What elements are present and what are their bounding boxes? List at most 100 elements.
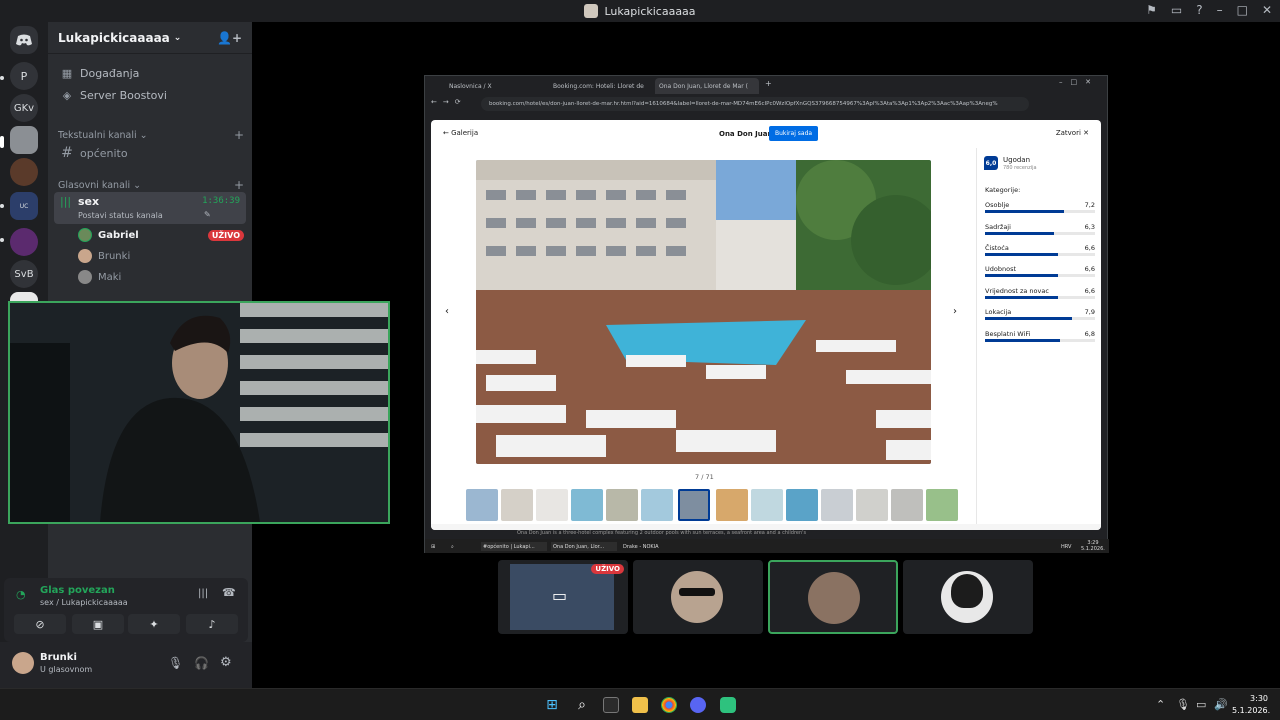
screen-share-icon: ▣ [92, 617, 104, 631]
server-gkv-label: GKv [13, 102, 35, 114]
thumbnail[interactable] [786, 489, 818, 521]
server-svb[interactable]: SvB [10, 260, 38, 288]
thumbnail[interactable] [536, 489, 568, 521]
microphone-icon[interactable]: 🎙 [1176, 698, 1190, 711]
microphone-icon[interactable]: 🎙 [168, 656, 183, 670]
invite-people-icon[interactable]: 👤+ [217, 31, 242, 45]
server-gkv[interactable]: GKv [10, 94, 38, 122]
windows-start-icon[interactable]: ⊞ [431, 542, 435, 551]
chrome-icon[interactable] [661, 697, 677, 713]
thumbnail[interactable] [466, 489, 498, 521]
maximize-button[interactable]: □ [1237, 3, 1248, 17]
thumbnail[interactable] [891, 489, 923, 521]
events-link[interactable]: ▦ Događanja [54, 62, 246, 84]
camera-off-button[interactable]: ⊘ [14, 614, 66, 634]
webcam-feed[interactable] [8, 301, 390, 524]
channel-status-link[interactable]: Postavi status kanala [78, 211, 163, 220]
minimize-button[interactable]: – [1217, 3, 1223, 17]
hotel-photo [476, 160, 931, 464]
activities-button[interactable]: ✦ [128, 614, 180, 634]
server-folder[interactable]: UC [10, 192, 38, 220]
add-channel-icon[interactable]: + [234, 128, 244, 142]
server-header[interactable]: Lukapickicaaaaa ⌄ 👤+ [48, 22, 252, 54]
chevron-up-icon[interactable]: ⌃ [1156, 698, 1165, 711]
noise-suppression-icon[interactable]: ||| [198, 588, 208, 599]
participant-tile-stream[interactable]: ▭ UŽIVO [498, 560, 628, 634]
thumbnail[interactable] [856, 489, 888, 521]
discord-icon[interactable] [690, 697, 706, 713]
book-now-button[interactable]: Bukiraj sada [769, 126, 819, 141]
thumbnail-active[interactable] [678, 489, 710, 521]
server-p[interactable]: P [10, 62, 38, 90]
thumbnail[interactable] [751, 489, 783, 521]
category-value: 6,8 [1084, 330, 1095, 338]
headphones-icon[interactable]: 🎧 [194, 656, 209, 670]
thumbnail[interactable] [571, 489, 603, 521]
screen-share-button[interactable]: ▣ [72, 614, 124, 634]
server-lukapickicaaaaa[interactable] [10, 126, 38, 154]
participant-tile[interactable] [633, 560, 763, 634]
category-bar-fill [985, 274, 1058, 277]
pencil-icon[interactable]: ✎ [204, 210, 211, 219]
new-tab-icon[interactable]: + [765, 79, 772, 88]
soundboard-button[interactable]: ♪ [186, 614, 238, 634]
browser-tab[interactable]: Booking.com: Hoteli: Lloret de [549, 78, 649, 94]
server-uc-label: UC [19, 202, 29, 210]
thumbnail[interactable] [821, 489, 853, 521]
close-button[interactable]: ✕ [1262, 3, 1272, 17]
discord-home-icon[interactable] [10, 26, 38, 54]
search-icon[interactable]: ⌕ [451, 542, 454, 551]
browser-tab[interactable]: Naslovnica / X [445, 78, 545, 94]
avatar [671, 571, 723, 623]
clock-date[interactable]: 5.1.2026. [1232, 706, 1270, 715]
server-avatar-3[interactable] [10, 228, 38, 256]
participant-tile-speaking[interactable] [768, 560, 898, 634]
voice-category[interactable]: Glasovni kanali ⌄ + [58, 178, 244, 192]
voice-member[interactable]: Maki [78, 267, 244, 287]
thumbnail[interactable] [641, 489, 673, 521]
voice-member[interactable]: Brunki [78, 246, 244, 266]
windows-start-icon[interactable]: ⊞ [544, 697, 560, 713]
voice-channel-sex[interactable]: ||| sex 1:36:39 Postavi status kanala ✎ [54, 192, 246, 224]
screen-share-icon[interactable]: ▭ [1171, 3, 1182, 17]
browser-tab-active[interactable]: Ona Don Juan, Lloret de Mar ( [655, 78, 759, 94]
nav-arrows-icon[interactable]: ←→⟳ [431, 98, 467, 106]
category-name: Osoblje [985, 201, 1010, 209]
clock-time[interactable]: 3:30 [1238, 694, 1268, 703]
server-avatar-2[interactable] [10, 158, 38, 186]
address-bar[interactable]: booking.com/hotel/es/don-juan-lloret-de-… [481, 97, 1029, 111]
participant-tile[interactable] [903, 560, 1033, 634]
next-photo-icon[interactable]: › [953, 306, 957, 317]
taskbar-app[interactable]: Drake - NOKIA [621, 542, 687, 551]
prev-photo-icon[interactable]: ‹ [445, 306, 449, 317]
taskbar-app[interactable]: #općenito | Lukapi... [481, 542, 547, 551]
help-icon[interactable]: ? [1196, 3, 1202, 17]
text-category[interactable]: Tekstualni kanali ⌄ + [58, 128, 244, 142]
file-explorer-icon[interactable] [632, 697, 648, 713]
task-view-icon[interactable] [603, 697, 619, 713]
voice-member[interactable]: Gabriel UŽIVO [78, 225, 244, 245]
voice-status[interactable]: Glas povezan [40, 585, 115, 596]
channel-opcenito[interactable]: # općenito [54, 142, 246, 164]
boosts-link[interactable]: ◈ Server Boostovi [54, 84, 246, 106]
add-channel-icon[interactable]: + [234, 178, 244, 192]
category-value: 7,2 [1084, 201, 1095, 209]
taskbar-app[interactable]: Ona Don Juan, Llor... [551, 542, 617, 551]
window-controls-icon[interactable]: –□✕ [1059, 78, 1099, 86]
disconnect-icon[interactable]: ☎ [222, 586, 236, 599]
thumbnail[interactable] [606, 489, 638, 521]
thumbnail[interactable] [926, 489, 958, 521]
gear-icon[interactable]: ⚙ [220, 655, 232, 670]
volume-icon[interactable]: 🔊 [1214, 698, 1228, 711]
thumbnail[interactable] [501, 489, 533, 521]
language-indicator[interactable]: HRV [1061, 542, 1071, 551]
app-icon[interactable] [720, 697, 736, 713]
network-icon[interactable]: ▭ [1196, 698, 1206, 711]
close-gallery-button[interactable]: Zatvori ✕ [1056, 129, 1089, 137]
gallery-back-link[interactable]: ← Galerija [443, 129, 478, 137]
inbox-flag-icon[interactable]: ⚑ [1146, 3, 1157, 17]
thumbnail[interactable] [716, 489, 748, 521]
search-icon[interactable]: ⌕ [574, 697, 590, 713]
avatar[interactable] [12, 652, 34, 674]
booking-gallery: ← Galerija Ona Don Juan Bukiraj sada Zat… [431, 120, 1101, 530]
